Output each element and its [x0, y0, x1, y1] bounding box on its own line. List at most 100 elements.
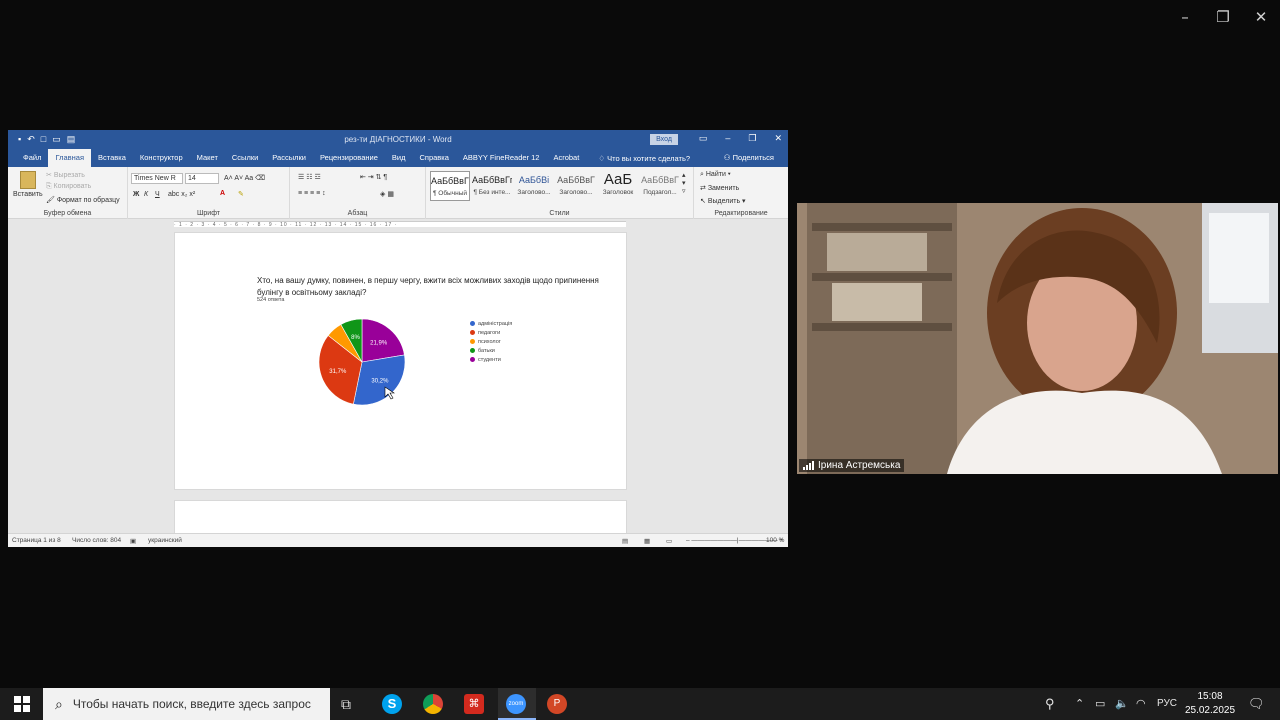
language-indicator[interactable]: РУС [1157, 688, 1177, 720]
clock[interactable]: 15:08 25.02.2025 [1180, 690, 1240, 718]
select-button[interactable]: ↖ Выделить ▾ [700, 197, 746, 205]
bold-icon[interactable]: Ж [133, 191, 139, 198]
language-status[interactable]: украинский [148, 537, 182, 544]
legend-label: педагоги [478, 329, 501, 336]
style-sample: АаБбВвГ [641, 175, 679, 185]
style-heading1[interactable]: АаБбВі Заголово... [514, 171, 554, 201]
taskbar-search-box[interactable]: ⌕ Чтобы начать поиск, введите здесь запр… [43, 688, 330, 720]
tab-help[interactable]: Справка [412, 149, 455, 167]
tab-review[interactable]: Рецензирование [313, 149, 385, 167]
indent-icon[interactable]: ⇤ ⇥ ⇅ ¶ [360, 173, 387, 181]
style-no-spacing[interactable]: АаБбВвГг, ¶ Без инте... [472, 171, 512, 201]
notification-icon[interactable]: 🗨 [1248, 688, 1265, 720]
paste-button[interactable]: Вставить [13, 191, 43, 198]
cut-button[interactable]: ✂ Вырезать [46, 171, 85, 179]
style-normal[interactable]: АаБбВвГг, ¶ Обычный [430, 171, 470, 201]
tab-file[interactable]: Файл [16, 149, 48, 167]
document-area: Хто, на вашу думку, повинен, в першу чер… [8, 229, 788, 540]
legend-item: батьки [470, 346, 512, 355]
minimize-icon[interactable]: – [1166, 6, 1204, 28]
select-label: Выделить [707, 198, 741, 205]
tab-insert[interactable]: Вставка [91, 149, 133, 167]
skype-icon[interactable]: S [382, 694, 402, 714]
battery-icon[interactable]: ▭ [1095, 688, 1105, 720]
print-layout-icon[interactable]: ▦ [644, 537, 650, 545]
legend-label: психолог [478, 338, 501, 345]
style-sample: АаБбВвГ [557, 175, 595, 185]
font-name-select[interactable]: Times New R [131, 173, 183, 184]
legend-swatch [470, 339, 475, 344]
style-heading2[interactable]: АаБбВвГ Заголово... [556, 171, 596, 201]
tab-acrobat[interactable]: Acrobat [546, 149, 586, 167]
participant-video[interactable]: Ірина Астремська [797, 203, 1278, 474]
legend-item: адміністрація [470, 319, 512, 328]
style-title[interactable]: АаБ Заголовок [598, 171, 638, 201]
tab-design[interactable]: Конструктор [133, 149, 190, 167]
grow-font-icon[interactable]: A˄ A˅ Aa ⌫ [224, 174, 265, 182]
editing-label: Редактирование [714, 210, 768, 217]
page-count[interactable]: Страница 1 из 8 [12, 537, 61, 544]
align-icons[interactable]: ≡ ≡ ≡ ≡ ↕ [298, 190, 326, 197]
powerpoint-icon[interactable]: P [547, 694, 567, 714]
font-group: Times New R 14 A˄ A˅ Aa ⌫ Ж К Ч abc x₂ x… [128, 167, 290, 219]
acrobat-icon[interactable]: ⌘ [464, 694, 484, 714]
style-name: Заголово... [517, 189, 551, 196]
restore-icon[interactable]: ❐ [1204, 6, 1242, 28]
wifi-icon[interactable]: ◠ [1136, 688, 1146, 720]
tell-me-search[interactable]: ♢ Что вы хотите сделать? [586, 154, 690, 163]
word-minimize-icon[interactable]: – [725, 133, 730, 144]
word-count[interactable]: Число слов: 804 [72, 537, 121, 544]
legend-swatch [470, 321, 475, 326]
taskbar: ⌕ Чтобы начать поиск, введите здесь запр… [0, 688, 1280, 720]
style-subtitle[interactable]: АаБбВвГ Подзагол... [640, 171, 680, 201]
web-layout-icon[interactable]: ▭ [666, 537, 672, 545]
chevron-up-icon[interactable]: ⌃ [1075, 688, 1084, 720]
styles-scroll-icon[interactable]: ▴ ▾ ▿ [682, 171, 686, 195]
format-painter-label: Формат по образцу [56, 197, 120, 204]
underline-icon[interactable]: Ч [155, 191, 160, 198]
tab-layout[interactable]: Макет [190, 149, 225, 167]
windows-start-icon[interactable] [14, 696, 30, 712]
person-icon: ⚇ [723, 153, 731, 162]
font-label: Шрифт [196, 210, 221, 217]
style-name: Заголовок [602, 189, 634, 196]
volume-icon[interactable]: 🔈 [1115, 688, 1129, 720]
proofing-icon[interactable]: ▣ [130, 537, 136, 545]
highlight-icon[interactable]: ✎ [238, 190, 244, 198]
format-painter-button[interactable]: 🖌 Формат по образцу [46, 196, 120, 204]
find-button[interactable]: ⌕ Найти ▾ [700, 171, 731, 179]
strikethrough-icon[interactable]: abc x₂ x² [168, 191, 195, 198]
tab-view[interactable]: Вид [385, 149, 413, 167]
word-restore-icon[interactable]: ❐ [748, 133, 756, 144]
document-page[interactable]: Хто, на вашу думку, повинен, в першу чер… [174, 232, 627, 490]
lightbulb-icon: ♢ [598, 153, 606, 163]
italic-icon[interactable]: К [144, 191, 148, 198]
ribbon-display-icon[interactable]: ▭ [699, 133, 708, 144]
people-icon[interactable]: ⚲ [1045, 688, 1055, 720]
font-color-icon[interactable]: A [220, 190, 225, 197]
bullets-icon[interactable]: ☰ ☷ ☲ [298, 173, 321, 181]
copy-button[interactable]: ⎘ Копировать [46, 183, 91, 191]
style-name: Подзагол... [643, 189, 677, 196]
legend-item: педагоги [470, 328, 512, 337]
font-size-select[interactable]: 14 [185, 173, 219, 184]
paragraph-label: Абзац [347, 210, 368, 217]
share-label: Поделиться [732, 153, 774, 162]
shading-icon[interactable]: ◈ ▦ [380, 190, 394, 198]
chrome-icon[interactable] [423, 694, 443, 714]
tab-home[interactable]: Главная [48, 149, 91, 167]
replace-button[interactable]: ⇄ Заменить [700, 184, 739, 192]
paste-icon[interactable] [20, 171, 36, 189]
horizontal-ruler[interactable]: · 1 · 2 · 3 · 4 · 5 · 6 · 7 · 8 · 9 · 10… [8, 219, 788, 229]
word-close-icon[interactable]: ✕ [774, 133, 782, 144]
zoom-level[interactable]: 100 % [766, 537, 784, 544]
share-button[interactable]: ⚇ Поделиться [724, 149, 774, 167]
tab-abbyy[interactable]: ABBYY FineReader 12 [456, 149, 547, 167]
read-mode-icon[interactable]: ▤ [622, 537, 628, 545]
tab-mailings[interactable]: Рассылки [265, 149, 313, 167]
question-text: Хто, на вашу думку, повинен, в першу чер… [257, 276, 599, 297]
signin-button[interactable]: Вход [650, 134, 678, 145]
task-view-icon[interactable]: ⧉ [341, 688, 351, 720]
tab-references[interactable]: Ссылки [225, 149, 265, 167]
close-icon[interactable]: ✕ [1242, 6, 1280, 28]
